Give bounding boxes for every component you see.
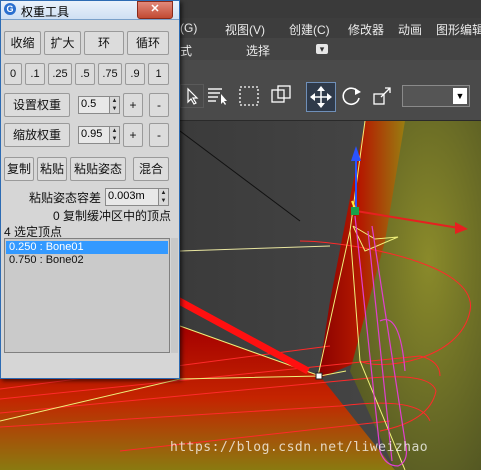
weight-preset-0-1[interactable]: .1 (25, 63, 45, 85)
paste-button[interactable]: 粘贴 (37, 157, 67, 181)
paste-tolerance-label: 粘贴姿态容差 (29, 191, 102, 205)
select-by-name-icon[interactable] (206, 84, 230, 108)
scale-weight-minus-button[interactable]: - (149, 123, 169, 147)
weight-preset-0-25[interactable]: .25 (48, 63, 72, 85)
watermark-text: https://blog.csdn.net/liweizhao (170, 440, 429, 455)
ribbon-dropdown-icon[interactable]: ▾ (316, 44, 328, 54)
weight-preset-1[interactable]: 1 (148, 63, 169, 85)
menu-item-animation[interactable]: 动画 (398, 21, 422, 38)
selection-set-dropdown[interactable]: ▼ (402, 85, 470, 107)
scale-weight-value[interactable]: 0.95 (81, 128, 102, 140)
app-logo-icon: G (4, 3, 16, 15)
set-weight-value[interactable]: 0.5 (81, 98, 96, 110)
dialog-titlebar[interactable]: G 权重工具 ✕ (1, 1, 179, 20)
menu-item-group[interactable]: (G) (180, 21, 197, 35)
scale-icon[interactable] (372, 84, 396, 108)
menu-item-create[interactable]: 创建(C) (289, 21, 330, 38)
spinner-arrows-icon[interactable]: ▲ ▼ (109, 127, 119, 143)
rect-selection-region-icon[interactable] (238, 84, 262, 108)
menu-item-graph-editors[interactable]: 图形编辑 (436, 21, 481, 38)
grow-button[interactable]: 扩大 (44, 31, 81, 55)
set-weight-button[interactable]: 设置权重 (4, 93, 70, 117)
move-icon[interactable] (306, 82, 336, 112)
spinner-arrows-icon[interactable]: ▲ ▼ (109, 97, 119, 113)
list-scrollbar[interactable] (171, 238, 178, 353)
weight-preset-0-9[interactable]: .9 (125, 63, 145, 85)
list-item[interactable]: 0.750 : Bone02 (6, 254, 168, 267)
set-weight-spinner[interactable]: 0.5 ▲ ▼ (78, 96, 120, 114)
dropdown-arrow-icon[interactable]: ▼ (453, 88, 467, 104)
weight-preset-0[interactable]: 0 (4, 63, 22, 85)
ribbon-mode-label[interactable]: 式 (180, 42, 192, 59)
weight-preset-0-75[interactable]: .75 (98, 63, 122, 85)
ring-button[interactable]: 环 (84, 31, 124, 55)
spinner-arrows-icon[interactable]: ▲ ▼ (158, 189, 168, 205)
paste-tolerance-spinner[interactable]: 0.003m ▲ ▼ (105, 188, 169, 206)
paste-tolerance-value[interactable]: 0.003m (108, 190, 145, 202)
copy-buffer-status: 0 复制缓冲区中的顶点 (53, 209, 172, 223)
copy-button[interactable]: 复制 (4, 157, 34, 181)
list-item[interactable]: 0.250 : Bone01 (6, 241, 168, 254)
menu-item-views[interactable]: 视图(V) (225, 21, 265, 38)
scale-weight-plus-button[interactable]: + (123, 123, 143, 147)
set-weight-plus-button[interactable]: + (123, 93, 143, 117)
set-weight-minus-button[interactable]: - (149, 93, 169, 117)
weight-tool-dialog: G 权重工具 ✕ 收缩 扩大 环 循环 0 .1 .25 .5 .75 .9 1… (0, 0, 180, 379)
weight-preset-0-5[interactable]: .5 (75, 63, 95, 85)
blend-button[interactable]: 混合 (133, 157, 169, 181)
ribbon-selection-tab[interactable]: 选择 (246, 42, 270, 59)
select-object-icon[interactable] (180, 84, 204, 108)
dialog-title: 权重工具 (21, 5, 70, 19)
scale-weight-button[interactable]: 缩放权重 (4, 123, 70, 147)
vertex-weight-list[interactable]: 0.250 : Bone01 0.750 : Bone02 (4, 238, 170, 353)
paste-position-button[interactable]: 粘贴姿态 (70, 157, 126, 181)
loop-button[interactable]: 循环 (127, 31, 169, 55)
close-button[interactable]: ✕ (137, 1, 173, 19)
scale-weight-spinner[interactable]: 0.95 ▲ ▼ (78, 126, 120, 144)
window-crossing-icon[interactable] (270, 84, 294, 108)
shrink-button[interactable]: 收缩 (4, 31, 41, 55)
menu-item-modifiers[interactable]: 修改器 (348, 21, 384, 38)
rotate-icon[interactable] (340, 84, 364, 108)
